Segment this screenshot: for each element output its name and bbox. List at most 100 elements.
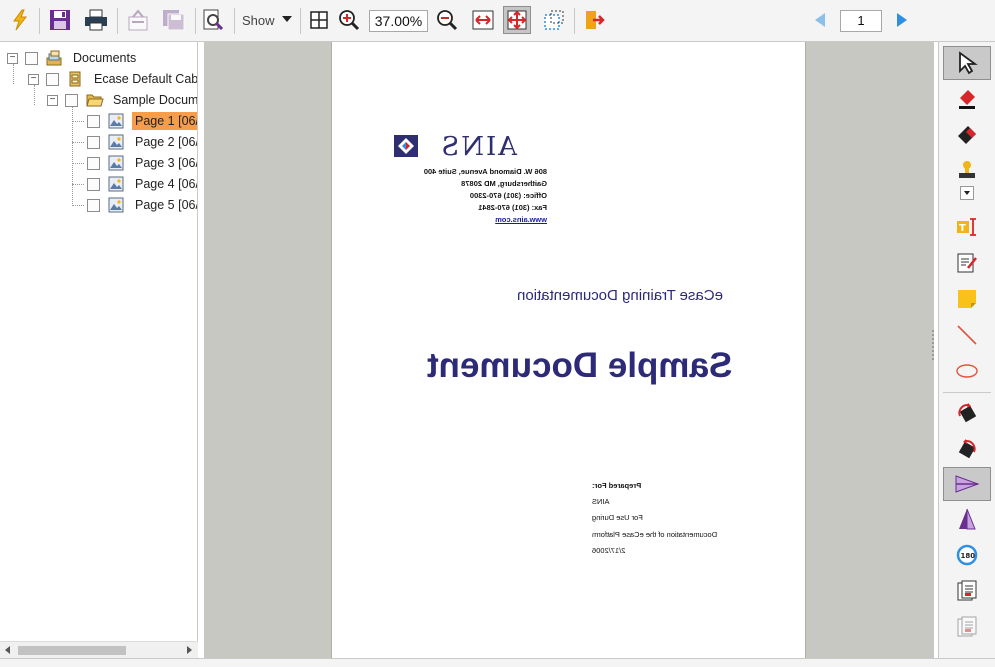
rotate-left-icon[interactable] (943, 396, 991, 430)
svg-text:T: T (959, 223, 966, 234)
prepared-line: Documentation of the eCase Platform (592, 529, 718, 539)
annotation-toolbar: T 180 (938, 42, 995, 660)
node-checkbox[interactable] (87, 135, 100, 149)
exit-icon[interactable] (580, 6, 608, 34)
flip-horizontal-icon[interactable] (943, 467, 991, 501)
select-area-icon[interactable] (540, 6, 568, 34)
scroll-left-icon[interactable] (5, 646, 10, 654)
main-toolbar: Show 37.00% 1 (0, 0, 995, 42)
address-line: Office: (301) 670-2300 (469, 191, 547, 200)
logo-mark-icon (394, 135, 418, 157)
logo-text: AINS (439, 132, 517, 162)
node-checkbox[interactable] (87, 198, 100, 212)
zoom-in-icon[interactable] (335, 6, 363, 34)
toolbar-separator (117, 8, 118, 34)
note-edit-icon[interactable] (943, 246, 991, 280)
tree-node-page-1[interactable]: Page 1 [06/1 (87, 111, 197, 131)
show-menu-label[interactable]: Show (242, 13, 275, 28)
fit-width-icon[interactable] (469, 6, 497, 34)
sticky-note-icon[interactable] (943, 282, 991, 316)
flip-vertical-icon[interactable] (943, 502, 991, 536)
tool-separator (943, 392, 991, 393)
document-viewer[interactable]: AINS 806 W. Diamond Avenue, Suite 400 Ga… (204, 42, 934, 658)
prepared-line: For Use During (592, 513, 643, 523)
rotate-180-icon[interactable]: 180 (943, 538, 991, 572)
tree-node-label: Page 5 [06/1 (135, 198, 197, 212)
tree-node-label: Page 3 [06/1 (135, 156, 197, 170)
toolbar-separator (234, 8, 235, 34)
tree-node-label: Page 2 [06/1 (135, 135, 197, 149)
select-pointer-icon[interactable] (943, 46, 991, 80)
document-subtitle: eCase Training Documentation (517, 287, 723, 304)
lightning-icon[interactable] (6, 6, 34, 34)
page-list-icon[interactable] (943, 574, 991, 608)
highlighter-icon[interactable] (943, 82, 991, 116)
ellipse-tool-icon[interactable] (943, 354, 991, 388)
tree-node-label: Page 4 [06/1 (135, 177, 197, 191)
save-pages-icon[interactable] (160, 6, 188, 34)
preview-icon[interactable] (199, 6, 227, 34)
collapse-icon[interactable]: − (7, 52, 18, 64)
prepared-line: AINS (592, 497, 610, 507)
tree-node-label: Documents (73, 51, 137, 65)
node-checkbox[interactable] (46, 72, 59, 86)
toolbar-separator (195, 8, 196, 34)
tree-node-page-4[interactable]: Page 4 [06/1 (87, 174, 197, 194)
page-image-icon (108, 113, 124, 129)
tree-node-folder[interactable]: − Sample Document (47, 90, 198, 110)
collapse-icon[interactable]: − (28, 73, 39, 85)
document-tree: − Documents − Ecase Default Cabinet − Sa… (0, 42, 198, 660)
chevron-down-icon[interactable] (282, 16, 292, 22)
next-page-icon[interactable] (888, 6, 916, 34)
tree-connector (72, 205, 84, 206)
open-folder-icon (86, 92, 104, 108)
node-checkbox[interactable] (87, 114, 100, 128)
page-number-input[interactable]: 1 (840, 10, 882, 32)
print-icon[interactable] (82, 6, 110, 34)
ains-logo: AINS (387, 132, 517, 162)
text-insert-icon[interactable]: T (943, 210, 991, 244)
tree-node-page-3[interactable]: Page 3 [06/1 (87, 153, 197, 173)
node-checkbox[interactable] (25, 51, 38, 65)
svg-text:180: 180 (961, 552, 976, 560)
toolbar-separator (39, 8, 40, 34)
fit-page-icon[interactable] (503, 6, 531, 34)
zoom-out-icon[interactable] (433, 6, 461, 34)
tree-node-label: Sample Document (113, 93, 198, 107)
prepared-for-block: Prepared For: AINS For Use During Docume… (592, 478, 752, 559)
node-checkbox[interactable] (87, 156, 100, 170)
tree-node-page-5[interactable]: Page 5 [06/1 (87, 195, 197, 215)
horizontal-scrollbar[interactable] (0, 641, 198, 658)
panel-splitter[interactable] (932, 330, 935, 360)
page-image-icon (108, 134, 124, 150)
page-delete-icon[interactable] (943, 610, 991, 644)
grid-view-icon[interactable] (305, 6, 333, 34)
tree-node-page-2[interactable]: Page 2 [06/1 (87, 132, 197, 152)
tree-node-cabinet[interactable]: − Ecase Default Cabinet (28, 69, 198, 89)
toolbar-separator (574, 8, 575, 34)
prepared-heading: Prepared For: (592, 481, 642, 490)
zoom-input[interactable]: 37.00% (369, 10, 428, 32)
rotate-right-icon[interactable] (943, 432, 991, 466)
tree-node-label: Ecase Default Cabinet (94, 72, 198, 86)
toolbar-separator (300, 8, 301, 34)
line-tool-icon[interactable] (943, 318, 991, 352)
address-line: Fax: (301) 670-2841 (478, 203, 547, 212)
tree-node-documents[interactable]: − Documents (7, 48, 139, 68)
document-title: Sample Document (427, 346, 733, 385)
scan-icon[interactable] (124, 6, 152, 34)
node-checkbox[interactable] (65, 93, 78, 107)
stamp-dropdown[interactable] (943, 182, 991, 204)
save-icon[interactable] (46, 6, 74, 34)
scroll-right-icon[interactable] (187, 646, 192, 654)
eraser-icon[interactable] (943, 118, 991, 152)
previous-page-icon[interactable] (806, 6, 834, 34)
website-link[interactable]: www.ains.com (387, 214, 547, 226)
tree-connector (72, 121, 84, 122)
scrollbar-thumb[interactable] (18, 646, 126, 655)
address-line: 806 W. Diamond Avenue, Suite 400 (423, 167, 547, 176)
node-checkbox[interactable] (87, 177, 100, 191)
document-page[interactable]: AINS 806 W. Diamond Avenue, Suite 400 Ga… (331, 42, 806, 658)
page-image-icon (108, 155, 124, 171)
collapse-icon[interactable]: − (47, 94, 58, 106)
